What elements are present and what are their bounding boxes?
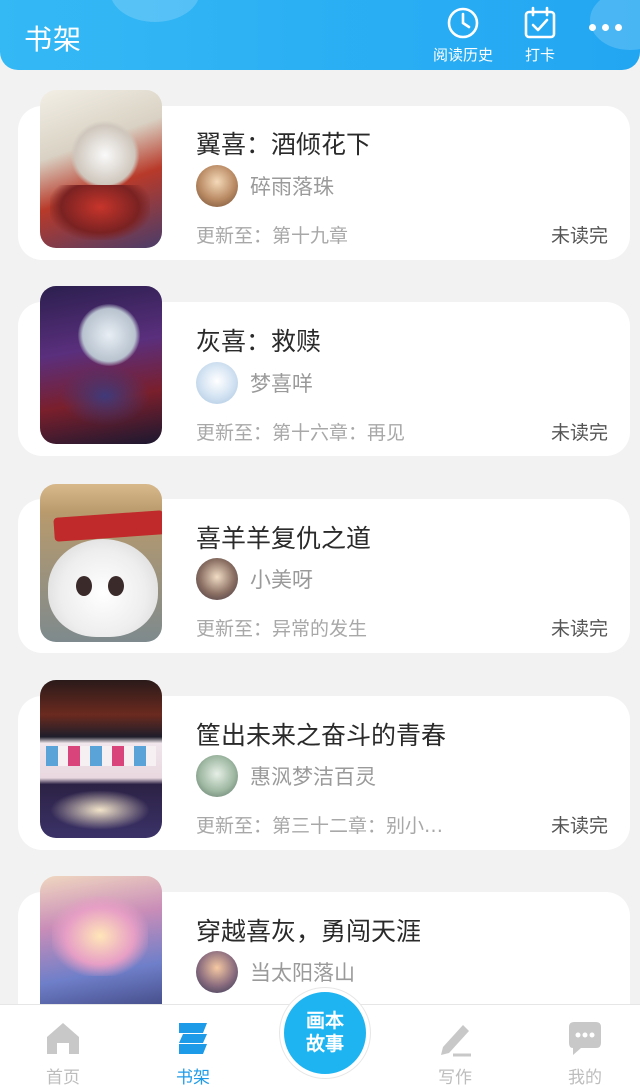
book-cover[interactable] xyxy=(40,484,162,642)
checkin-button[interactable]: 打卡 xyxy=(514,6,566,66)
author-name: 当太阳落山 xyxy=(250,961,355,985)
cover-art xyxy=(70,120,140,190)
tab-mine-label: 我的 xyxy=(568,1068,602,1088)
book-cover[interactable] xyxy=(40,90,162,248)
calendar-check-icon xyxy=(524,6,556,39)
book-title[interactable]: 筐出未来之奋斗的青春 xyxy=(196,716,446,752)
update-info: 更新至：第十九章 xyxy=(196,225,349,247)
chat-bubble-icon xyxy=(569,1022,601,1055)
bookshelf-icon xyxy=(179,1023,207,1054)
more-dot-icon xyxy=(589,24,596,31)
book-author[interactable]: 碎雨落珠 xyxy=(196,164,334,208)
tab-home[interactable]: 首页 xyxy=(18,1019,108,1088)
clock-icon xyxy=(447,7,479,39)
tab-write-label: 写作 xyxy=(438,1068,472,1088)
reading-history-label: 阅读历史 xyxy=(432,46,493,64)
tab-bookshelf[interactable]: 书架 xyxy=(148,1019,238,1088)
cover-art xyxy=(48,539,158,637)
cover-art xyxy=(108,576,124,596)
cover-art xyxy=(60,366,150,426)
cover-art xyxy=(78,304,140,366)
book-author[interactable]: 惠沨梦洁百灵 xyxy=(196,754,376,798)
picture-story-label-line1: 画本 xyxy=(305,1010,344,1032)
book-cover[interactable] xyxy=(40,286,162,444)
read-status: 未读完 xyxy=(550,815,608,837)
avatar xyxy=(196,165,238,207)
picture-story-label-line2: 故事 xyxy=(305,1033,344,1055)
avatar xyxy=(196,755,238,797)
update-info: 更新至：异常的发生 xyxy=(196,618,368,640)
book-title[interactable]: 喜羊羊复仇之道 xyxy=(196,519,371,555)
read-status: 未读完 xyxy=(550,422,608,444)
more-dot-icon xyxy=(615,24,622,31)
header-decoration xyxy=(110,0,200,22)
reading-history-button[interactable]: 阅读历史 xyxy=(428,6,498,66)
more-dot-icon xyxy=(602,24,609,31)
book-author[interactable]: 当太阳落山 xyxy=(196,950,355,994)
more-menu-button[interactable] xyxy=(589,24,622,31)
cover-banner xyxy=(53,510,162,542)
book-author[interactable]: 小美呀 xyxy=(196,557,313,601)
book-cover[interactable] xyxy=(40,680,162,838)
tab-mine[interactable]: 我的 xyxy=(540,1019,630,1088)
book-title[interactable]: 穿越喜灰，勇闯天涯 xyxy=(196,912,421,948)
author-name: 碎雨落珠 xyxy=(250,175,334,199)
update-info: 更新至：第三十二章：别小… xyxy=(196,815,444,837)
cover-art xyxy=(52,896,148,976)
home-icon xyxy=(47,1023,79,1054)
book-author[interactable]: 梦喜咩 xyxy=(196,361,313,405)
page-title: 书架 xyxy=(24,23,83,56)
update-info: 更新至：第十六章：再见 xyxy=(196,422,406,444)
book-title[interactable]: 翼喜：酒倾花下 xyxy=(196,125,371,161)
author-name: 小美呀 xyxy=(250,568,313,592)
author-name: 梦喜咩 xyxy=(250,372,313,396)
cover-art xyxy=(76,576,92,596)
avatar xyxy=(196,951,238,993)
book-title[interactable]: 灰喜：救赎 xyxy=(196,322,321,358)
tab-home-label: 首页 xyxy=(46,1068,80,1088)
avatar xyxy=(196,362,238,404)
picture-story-button[interactable]: 画本 故事 xyxy=(280,988,370,1078)
avatar xyxy=(196,558,238,600)
cover-art xyxy=(46,746,156,766)
pencil-icon xyxy=(441,1025,471,1057)
top-header: 书架 阅读历史 打卡 xyxy=(0,0,640,70)
read-status: 未读完 xyxy=(550,225,608,247)
author-name: 惠沨梦洁百灵 xyxy=(250,765,376,789)
tab-bookshelf-label: 书架 xyxy=(176,1068,210,1088)
cover-art xyxy=(50,185,150,240)
checkin-label: 打卡 xyxy=(524,46,555,64)
read-status: 未读完 xyxy=(550,618,608,640)
tab-write[interactable]: 写作 xyxy=(410,1019,500,1088)
cover-art xyxy=(50,790,150,830)
